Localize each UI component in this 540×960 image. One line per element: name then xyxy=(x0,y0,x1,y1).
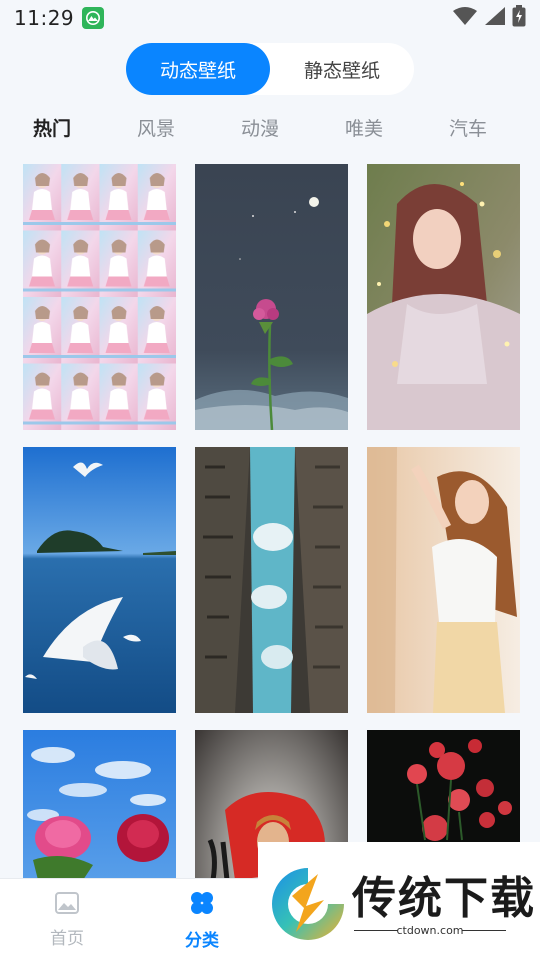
nav-home[interactable]: 首页 xyxy=(17,879,117,960)
wallpaper-thumbnail-girl-sweater[interactable] xyxy=(367,164,520,430)
image-icon xyxy=(55,891,79,918)
nav-category[interactable]: 分类 xyxy=(152,879,252,960)
wallpaper-thumbnail-city-sky[interactable] xyxy=(195,447,348,713)
wallpaper-thumbnail-girl-white-top[interactable] xyxy=(367,447,520,713)
wallpaper-thumbnail-flower-night[interactable] xyxy=(195,164,348,430)
watermark-text: 传统下载 xyxy=(352,873,536,924)
watermark-overlay: 传统下载 ctdown.com xyxy=(258,842,540,960)
nav-home-label: 首页 xyxy=(50,928,84,949)
watermark-divider-right xyxy=(462,930,506,931)
nav-category-label: 分类 xyxy=(185,930,219,951)
wallpaper-thumbnail-girl-collage[interactable] xyxy=(23,164,176,430)
wallpaper-grid xyxy=(0,0,540,960)
wallpaper-thumbnail-seagulls-lake[interactable] xyxy=(23,447,176,713)
category-clover-icon xyxy=(189,890,215,920)
ctdown-logo-icon xyxy=(266,862,350,950)
